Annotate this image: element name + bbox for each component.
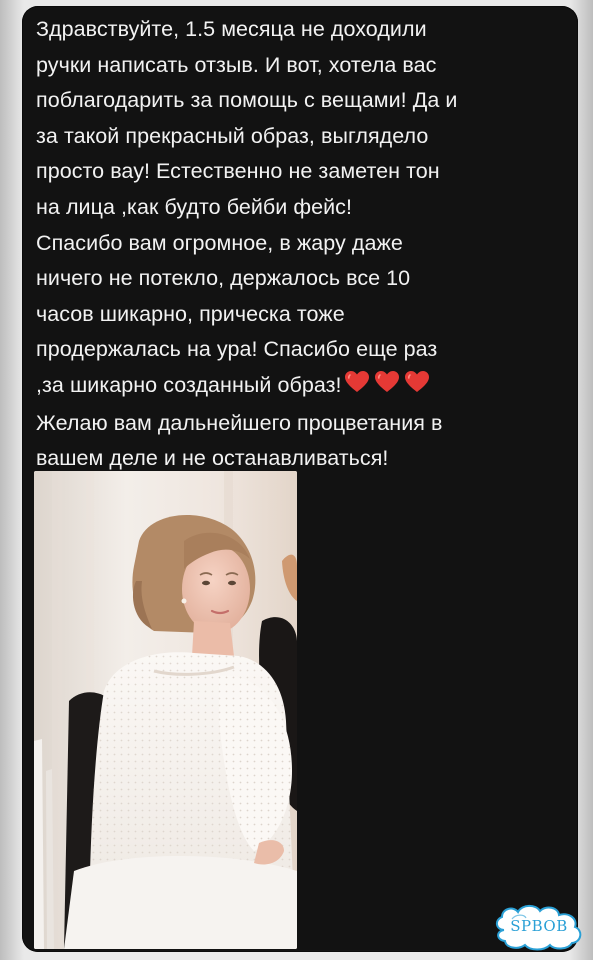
- message-line: за такой прекрасный образ, выглядело: [36, 123, 429, 148]
- hearts-emoji-group: [344, 370, 434, 406]
- message-line: Здравствуйте, 1.5 месяца не доходили: [36, 17, 427, 41]
- message-line: ничего не потекло, держалось все 10: [36, 266, 411, 291]
- heart-emoji-icon: [374, 370, 399, 392]
- review-message-text: Здравствуйте, 1.5 месяца не доходили руч…: [36, 12, 566, 477]
- message-line: просто вау! Естественно не заметен тон: [36, 159, 440, 184]
- message-line: ручки написать отзыв. И вот, хотела вас: [36, 52, 437, 77]
- attached-photo[interactable]: [34, 471, 297, 949]
- message-bubble: Здравствуйте, 1.5 месяца не доходили руч…: [22, 6, 578, 952]
- message-line: продержалась на ура! Спасибо еще раз: [36, 337, 438, 362]
- message-line: поблагодарить за помощь с вещами! Да и: [36, 88, 458, 113]
- bride-portrait-image: [34, 471, 297, 949]
- heart-emoji-icon: [404, 370, 429, 392]
- heart-emoji-icon: [344, 370, 369, 392]
- message-line: Спасибо вам огромное, в жару даже: [36, 230, 403, 255]
- watermark-text: SPBOB: [510, 917, 568, 935]
- message-line-with-hearts: ,за шикарно созданный образ!: [36, 368, 566, 406]
- message-line: часов шикарно, прическа тоже: [36, 301, 345, 326]
- spbob-watermark-logo: SPBOB: [490, 900, 588, 952]
- message-line: ,за шикарно созданный образ!: [36, 372, 342, 397]
- message-line: Желаю вам дальнейшего процветания в: [36, 410, 443, 435]
- message-line: на лица ,как будто бейби фейс!: [36, 194, 352, 219]
